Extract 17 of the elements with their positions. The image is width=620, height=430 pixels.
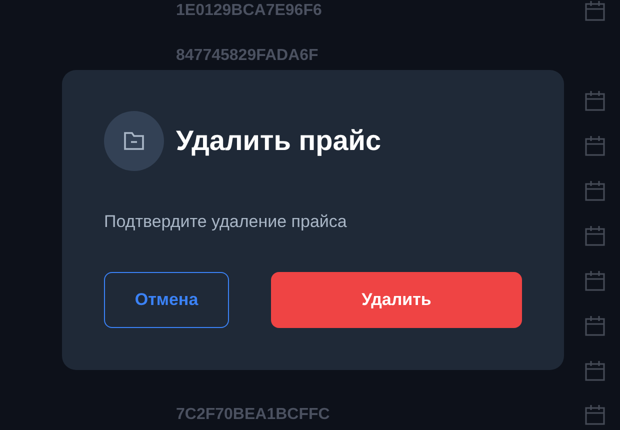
calendar-icon[interactable] xyxy=(584,180,606,202)
calendar-icon[interactable] xyxy=(584,0,606,22)
calendar-icon[interactable] xyxy=(584,90,606,112)
folder-icon xyxy=(123,131,145,151)
calendar-icon[interactable] xyxy=(584,224,606,246)
code-text: 847745829FADA6F xyxy=(176,46,320,64)
code-text: 7C2F70BEA1BCFFC xyxy=(176,406,331,424)
calendar-icon[interactable] xyxy=(584,134,606,156)
dialog-title: Удалить прайс xyxy=(176,125,382,157)
delete-button[interactable]: Удалить xyxy=(271,272,522,328)
dialog-message: Подтвердите удаление прайса xyxy=(104,212,348,232)
code-text: 1E0129BCA7E96F6 xyxy=(176,2,323,20)
cancel-button[interactable]: Отмена xyxy=(104,272,229,328)
calendar-icon[interactable] xyxy=(584,404,606,426)
calendar-icon[interactable] xyxy=(584,360,606,382)
calendar-icon[interactable] xyxy=(584,314,606,336)
calendar-icon[interactable] xyxy=(584,270,606,292)
